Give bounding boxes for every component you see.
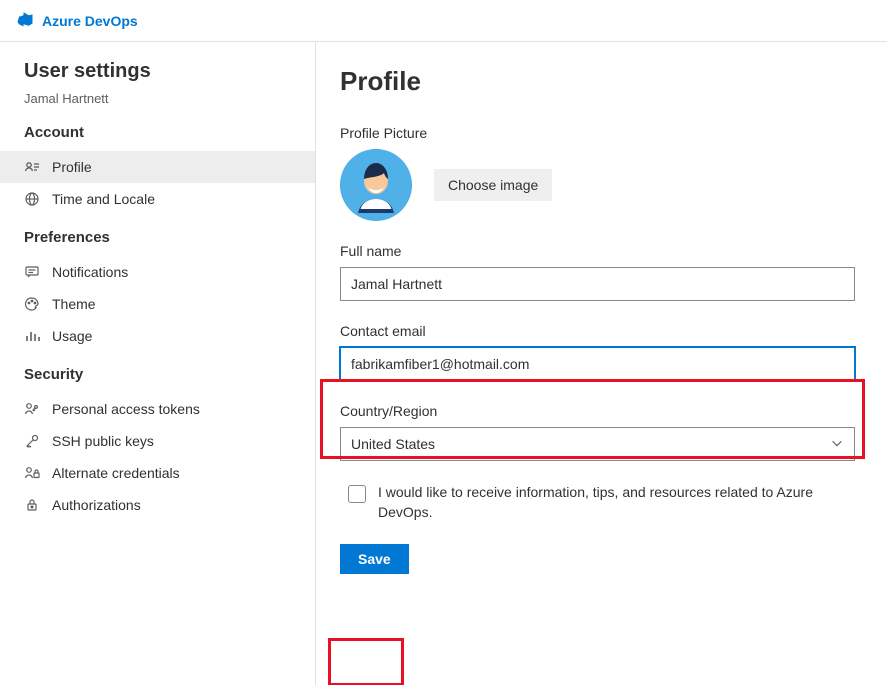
- nav-security: Personal access tokens SSH public keys: [0, 393, 315, 521]
- sidebar-item-ssh[interactable]: SSH public keys: [0, 425, 315, 457]
- optin-checkbox[interactable]: [348, 485, 366, 503]
- country-label: Country/Region: [340, 403, 855, 419]
- lock-icon: [24, 497, 40, 513]
- avatar: [340, 149, 412, 221]
- contact-email-label: Contact email: [340, 323, 855, 339]
- contact-email-block: Contact email: [340, 323, 855, 381]
- brand-text: Azure DevOps: [42, 13, 138, 29]
- country-select[interactable]: United States: [340, 427, 855, 461]
- globe-icon: [24, 191, 40, 207]
- top-header: Azure DevOps: [0, 0, 887, 42]
- page-title: Profile: [340, 66, 855, 97]
- country-value: United States: [351, 436, 435, 452]
- message-icon: [24, 264, 40, 280]
- full-name-block: Full name: [340, 243, 855, 301]
- sidebar-item-authorizations[interactable]: Authorizations: [0, 489, 315, 521]
- full-name-input[interactable]: [340, 267, 855, 301]
- save-button[interactable]: Save: [340, 544, 409, 574]
- lock-person-icon: [24, 465, 40, 481]
- sidebar-item-label: SSH public keys: [52, 433, 154, 449]
- optin-row: I would like to receive information, tip…: [340, 483, 840, 522]
- paint-icon: [24, 296, 40, 312]
- annotation-save: [328, 638, 404, 685]
- section-security-label: Security: [24, 366, 315, 383]
- sidebar-item-theme[interactable]: Theme: [0, 288, 315, 320]
- profile-picture-block: Profile Picture Choose image: [340, 125, 855, 221]
- chevron-down-icon: [830, 436, 844, 453]
- person-card-icon: [24, 159, 40, 175]
- sidebar-item-pat[interactable]: Personal access tokens: [0, 393, 315, 425]
- sidebar-item-time-locale[interactable]: Time and Locale: [0, 183, 315, 215]
- sidebar-item-label: Alternate credentials: [52, 465, 180, 481]
- section-account-label: Account: [24, 124, 315, 141]
- sidebar-item-label: Time and Locale: [52, 191, 155, 207]
- nav-account: Profile Time and Locale: [0, 151, 315, 215]
- sidebar-item-label: Theme: [52, 296, 96, 312]
- sidebar-item-label: Authorizations: [52, 497, 141, 513]
- key-person-icon: [24, 401, 40, 417]
- contact-email-input[interactable]: [340, 347, 855, 381]
- bar-chart-icon: [24, 328, 40, 344]
- azure-devops-icon: [16, 10, 34, 31]
- sidebar-item-usage[interactable]: Usage: [0, 320, 315, 352]
- sidebar-item-notifications[interactable]: Notifications: [0, 256, 315, 288]
- sidebar-item-label: Usage: [52, 328, 92, 344]
- sidebar-item-profile[interactable]: Profile: [0, 151, 315, 183]
- sidebar-title: User settings: [24, 60, 315, 83]
- sidebar-item-label: Personal access tokens: [52, 401, 200, 417]
- main-content: Profile Profile Picture Choose image: [316, 42, 887, 685]
- optin-label: I would like to receive information, tip…: [378, 483, 840, 522]
- brand-logo[interactable]: Azure DevOps: [16, 10, 138, 31]
- sidebar-item-alt-creds[interactable]: Alternate credentials: [0, 457, 315, 489]
- full-name-label: Full name: [340, 243, 855, 259]
- profile-picture-label: Profile Picture: [340, 125, 855, 141]
- sidebar-item-label: Notifications: [52, 264, 128, 280]
- section-preferences-label: Preferences: [24, 229, 315, 246]
- country-block: Country/Region United States: [340, 403, 855, 461]
- choose-image-button[interactable]: Choose image: [434, 169, 552, 201]
- sidebar: User settings Jamal Hartnett Account Pro…: [0, 42, 316, 685]
- sidebar-subtitle: Jamal Hartnett: [24, 91, 315, 106]
- sidebar-item-label: Profile: [52, 159, 92, 175]
- key-icon: [24, 433, 40, 449]
- nav-preferences: Notifications Theme Usag: [0, 256, 315, 352]
